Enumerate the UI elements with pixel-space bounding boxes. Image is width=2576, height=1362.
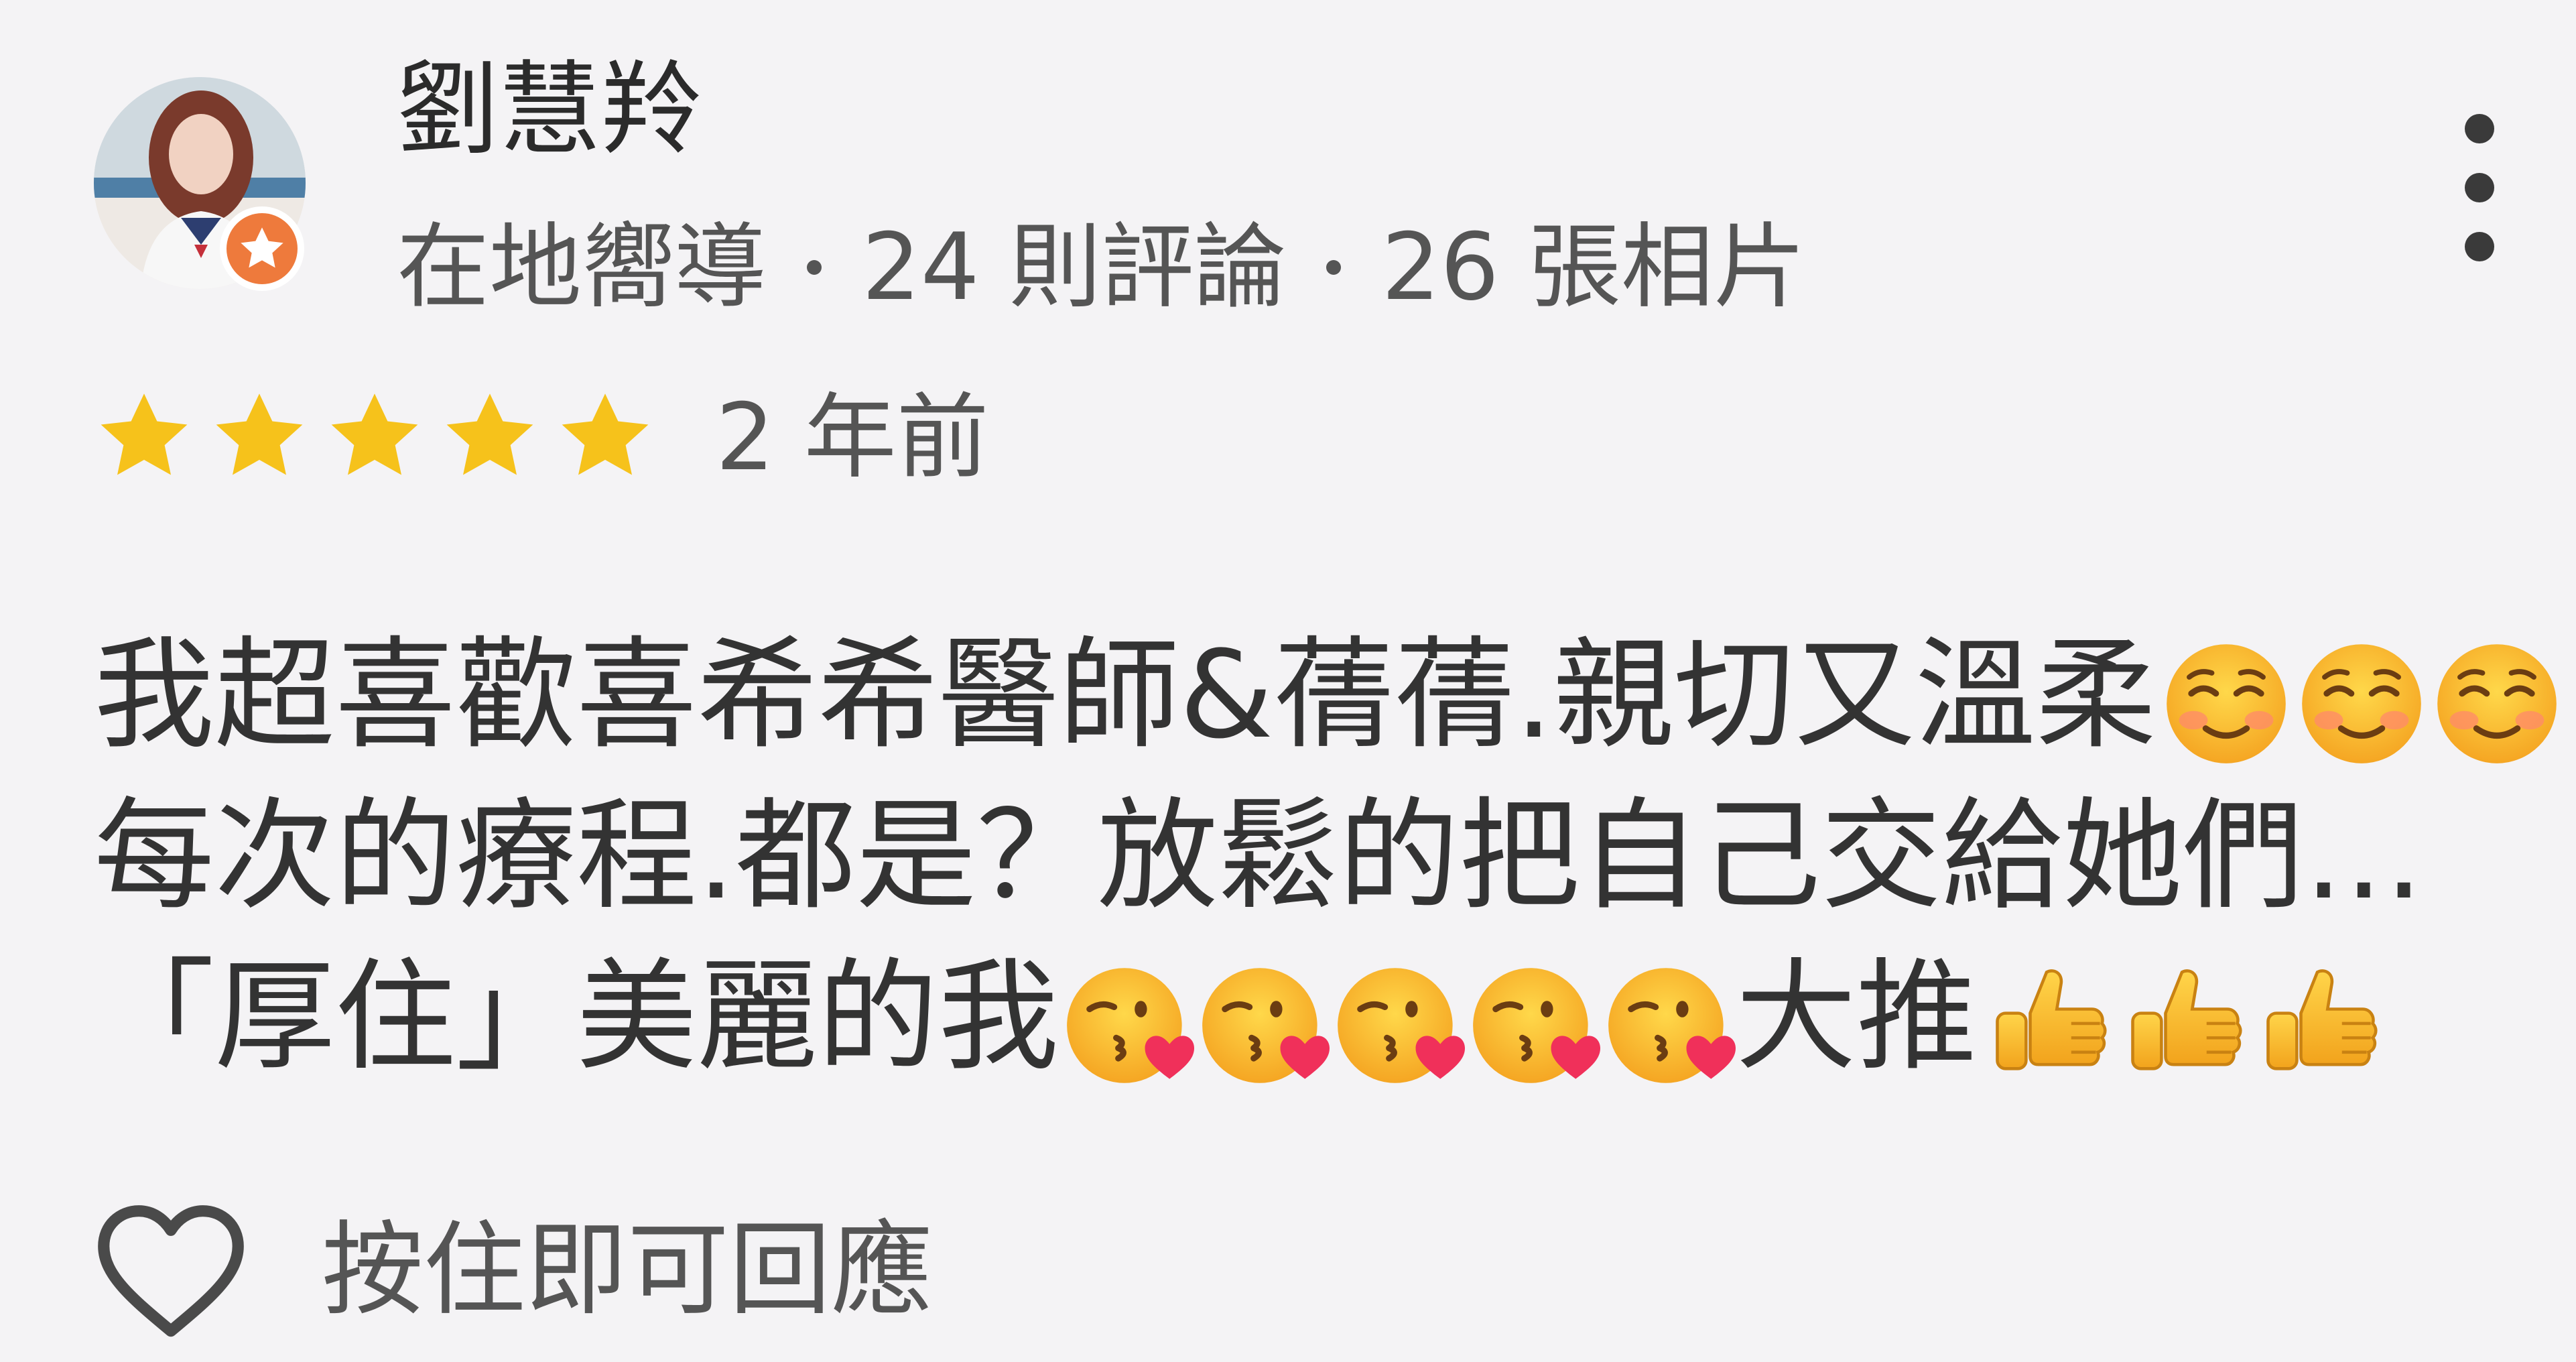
smiling-blush-icon [2296, 638, 2427, 769]
star-icon [555, 386, 655, 489]
kissing-heart-icon [1604, 960, 1736, 1091]
star-icon [440, 386, 540, 489]
emoji-group [1977, 937, 2383, 1098]
review-line-3: 「厚住」美麗的我 大推 [94, 937, 2506, 1098]
review-line-3-text: 「厚住」美麗的我 [94, 947, 1059, 1087]
local-guide-label: 在地嚮導 [397, 213, 767, 321]
reaction-footer: 按住即可回應 [94, 1200, 933, 1341]
star-icon [209, 386, 310, 489]
review-time: 2 年前 [716, 383, 989, 491]
reviewer-meta: 在地嚮導 24 則評論 26 張相片 [397, 221, 1806, 314]
review-text: 我超喜歡喜希希醫師&蒨蒨.親切又溫柔 每次的療程.都是？放鬆的把自己交給她們… … [94, 615, 2557, 1098]
review-line-1-text: 我超喜歡喜希希醫師&蒨蒨.親切又溫柔 [94, 625, 2156, 765]
review-line-1: 我超喜歡喜希希醫師&蒨蒨.親切又溫柔 [94, 615, 2557, 776]
kissing-heart-icon [1469, 960, 1601, 1091]
thumbs-up-icon [2116, 960, 2248, 1091]
photos-count: 26 張相片 [1381, 213, 1806, 321]
smiling-blush-icon [2161, 638, 2292, 769]
review-line-2: 每次的療程.都是？放鬆的把自己交給她們… [94, 776, 2506, 937]
review-line-2-text: 每次的療程.都是？放鬆的把自己交給她們… [94, 786, 2425, 926]
local-guide-star-icon [220, 206, 304, 291]
separator-dot [807, 260, 822, 275]
emoji-group [1059, 937, 1736, 1098]
separator-dot [1326, 260, 1342, 275]
kissing-heart-icon [1334, 960, 1466, 1091]
star-rating [94, 386, 655, 489]
review-line-3-tail: 大推 [1736, 947, 1978, 1087]
star-icon [324, 386, 425, 489]
reviewer-name[interactable]: 劉慧羚 [397, 59, 702, 161]
reply-hint: 按住即可回應 [322, 1211, 933, 1329]
review-card: 劉慧羚 在地嚮導 24 則評論 26 張相片 2 年前 我超喜歡喜希希醫師&蒨蒨… [0, 0, 2576, 1362]
reviews-count: 24 則評論 [862, 213, 1287, 321]
thumbs-up-icon [2252, 960, 2383, 1091]
like-heart-icon[interactable] [94, 1200, 248, 1341]
kissing-heart-icon [1063, 960, 1195, 1091]
more-options-icon[interactable] [2446, 114, 2513, 261]
kissing-heart-icon [1198, 960, 1330, 1091]
rating-row: 2 年前 [94, 387, 989, 488]
emoji-group [2156, 615, 2563, 776]
smiling-blush-icon [2431, 638, 2563, 769]
star-icon [94, 386, 194, 489]
thumbs-up-icon [1981, 960, 2112, 1091]
